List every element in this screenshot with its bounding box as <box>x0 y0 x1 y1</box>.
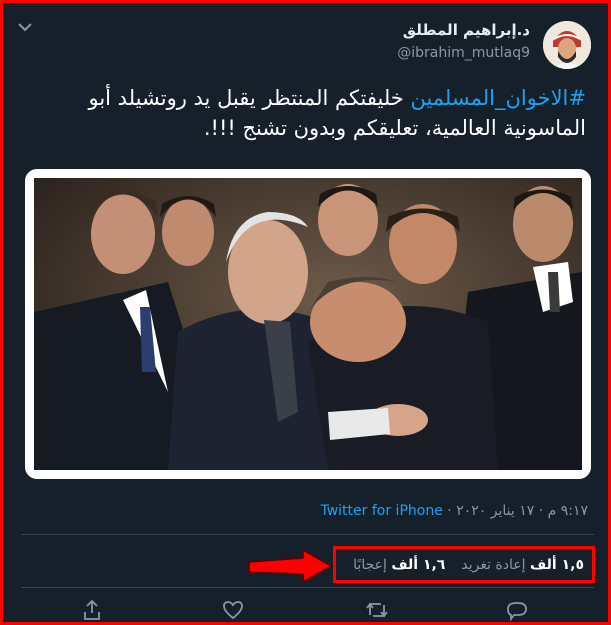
tweet-card: د.إبراهيم المطلق @ibrahim_mutlaq9 #الاخو… <box>3 3 608 622</box>
share-icon[interactable] <box>82 599 102 621</box>
avatar[interactable] <box>543 21 591 69</box>
highlight-arrow-icon <box>248 548 333 584</box>
retweets-label: إعادة تغريد <box>461 556 526 573</box>
tweet-time[interactable]: ٩:١٧ م <box>548 503 588 519</box>
tweet-text: #الاخوان_المسلمين خليفتكم المنتظر يقبل ي… <box>33 83 586 143</box>
divider-2 <box>21 587 594 588</box>
meta-dot: · <box>538 503 544 519</box>
tweet-photo[interactable] <box>25 169 591 479</box>
user-handle[interactable]: @ibrahim_mutlaq9 <box>397 45 530 61</box>
likes-label: إعجابًا <box>353 556 387 573</box>
likes-stat[interactable]: ١,٦ ألف إعجابًا <box>353 557 445 573</box>
like-icon[interactable] <box>222 599 244 621</box>
tweet-date[interactable]: ١٧ يناير ٢٠٢٠ <box>456 503 534 519</box>
display-name[interactable]: د.إبراهيم المطلق <box>403 21 530 39</box>
likes-count: ١,٦ ألف <box>391 556 446 573</box>
retweets-stat[interactable]: ١,٥ ألف إعادة تغريد <box>461 557 584 573</box>
retweets-count: ١,٥ ألف <box>529 556 584 573</box>
divider <box>21 534 594 535</box>
tweet-stats: ١,٥ ألف إعادة تغريد ١,٦ ألف إعجابًا <box>333 546 595 583</box>
tweet-meta: ٩:١٧ م · ١٧ يناير ٢٠٢٠ · Twitter for iPh… <box>320 503 588 519</box>
photo-image <box>34 178 582 470</box>
chevron-down-icon[interactable] <box>17 21 33 33</box>
tweet-source[interactable]: Twitter for iPhone <box>320 503 442 519</box>
reply-icon[interactable] <box>506 599 528 621</box>
hashtag-link[interactable]: #الاخوان_المسلمين <box>410 86 586 110</box>
retweet-icon[interactable] <box>365 599 389 621</box>
meta-dot-2: · <box>447 503 452 519</box>
